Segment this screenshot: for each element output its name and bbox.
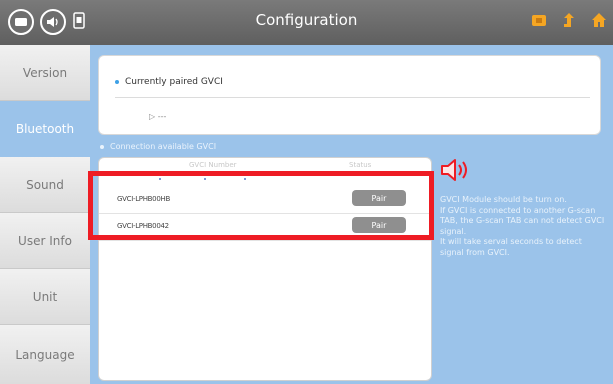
upload-arrow-icon[interactable] <box>559 10 579 30</box>
page-title: Configuration <box>255 11 358 29</box>
sidebar-item-language[interactable]: Language <box>0 325 90 384</box>
info-line: GVCI Module should be turn on. <box>440 195 567 204</box>
sidebar-item-label: User Info <box>18 233 72 248</box>
sidebar-item-bluetooth[interactable]: Bluetooth <box>0 101 90 157</box>
info-line: If GVCI is connected to another G-scan T… <box>440 205 605 236</box>
paired-gvci-card: Currently paired GVCI ▷ --- <box>98 55 601 135</box>
configuration-screen: Configuration Version Bluetooth Sound Us… <box>0 0 613 384</box>
divider <box>115 97 590 98</box>
info-line: It will take serval seconds to detect si… <box>440 237 582 257</box>
home-icon[interactable] <box>589 10 609 30</box>
column-header-number: GVCI Number <box>189 161 237 169</box>
sidebar-item-user-info[interactable]: User Info <box>0 213 90 269</box>
sidebar-item-label: Language <box>15 347 75 362</box>
speaker-signal-icon <box>440 157 472 183</box>
available-gvci-heading: Connection available GVCI <box>100 142 216 151</box>
sidebar-item-label: Bluetooth <box>15 121 75 136</box>
paired-gvci-value: ▷ --- <box>149 112 167 121</box>
capture-icon[interactable] <box>529 10 549 30</box>
sidebar-item-sound[interactable]: Sound <box>0 157 90 213</box>
gvci-info-text: GVCI Module should be turn on. If GVCI i… <box>440 195 608 258</box>
bullet-icon <box>115 79 119 84</box>
sidebar-item-label: Version <box>22 65 68 80</box>
sidebar-item-label: Unit <box>32 289 58 304</box>
settings-sidebar: Version Bluetooth Sound User Info Unit L… <box>0 45 90 384</box>
paired-gvci-heading: Currently paired GVCI <box>115 77 223 87</box>
highlight-box <box>88 171 434 240</box>
header-right-controls <box>529 10 609 30</box>
bullet-icon <box>100 144 104 149</box>
column-header-status: Status <box>349 161 372 169</box>
sidebar-item-label: Sound <box>26 177 64 192</box>
sidebar-item-version[interactable]: Version <box>0 45 90 101</box>
sidebar-item-unit[interactable]: Unit <box>0 269 90 325</box>
title-bar: Configuration <box>0 0 613 46</box>
